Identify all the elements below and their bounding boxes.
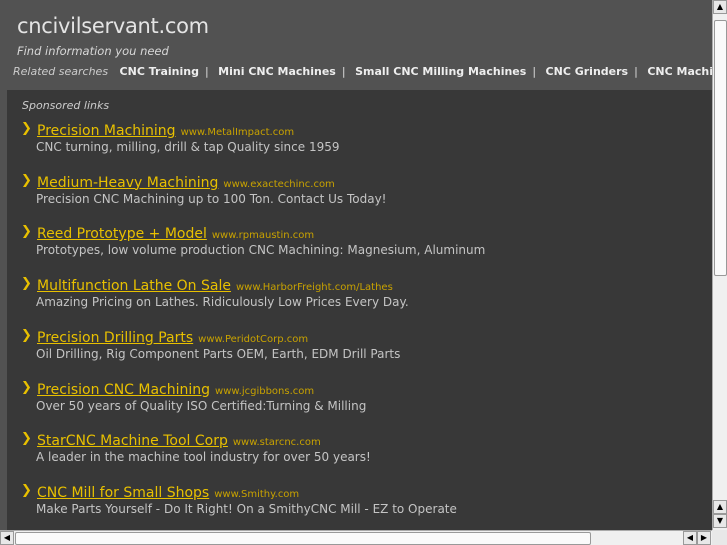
ad-description: Over 50 years of Quality ISO Certified:T… xyxy=(36,398,367,413)
related-searches-label: Related searches xyxy=(13,65,109,78)
vertical-scroll-thumb[interactable] xyxy=(714,20,727,276)
ad-url-link[interactable]: www.rpmaustin.com xyxy=(212,230,314,241)
ad-title-link[interactable]: Reed Prototype + Model xyxy=(37,226,207,242)
scrollbar-corner xyxy=(712,530,727,545)
scroll-left-button-right[interactable]: ◀ xyxy=(683,531,697,545)
ad-url-link[interactable]: www.jcgibbons.com xyxy=(215,386,314,397)
horizontal-scroll-thumb[interactable] xyxy=(15,532,591,545)
related-link[interactable]: CNC Grinders xyxy=(546,65,629,78)
ad-url-link[interactable]: www.Smithy.com xyxy=(214,489,299,500)
ad-url-link[interactable]: www.MetalImpact.com xyxy=(181,127,295,138)
scroll-up-button-bottom[interactable]: ▲ xyxy=(713,500,727,514)
related-link[interactable]: CNC Machine Tool Manufacturers xyxy=(647,65,712,78)
ad-description: Oil Drilling, Rig Component Parts OEM, E… xyxy=(36,346,401,361)
ad-title-link[interactable]: StarCNC Machine Tool Corp xyxy=(37,433,228,449)
ad-title-link[interactable]: Precision CNC Machining xyxy=(37,382,210,398)
related-link[interactable]: CNC Training xyxy=(120,65,199,78)
chevron-right-icon: ❯ xyxy=(21,327,32,343)
site-title: cncivilservant.com xyxy=(17,14,209,38)
ad-description: Make Parts Yourself - Do It Right! On a … xyxy=(36,501,457,516)
ad-title-link[interactable]: Precision Drilling Parts xyxy=(37,330,193,346)
ad-title-link[interactable]: Precision Machining xyxy=(37,123,176,139)
page: cncivilservant.com Find information you … xyxy=(0,0,712,530)
separator: | xyxy=(532,65,537,78)
site-tagline: Find information you need xyxy=(17,44,169,58)
scroll-up-button[interactable]: ▲ xyxy=(713,0,727,14)
chevron-right-icon: ❯ xyxy=(21,276,32,292)
chevron-right-icon: ❯ xyxy=(21,482,32,498)
scroll-left-button[interactable]: ◀ xyxy=(0,531,14,545)
separator: | xyxy=(204,65,209,78)
ad-description: Amazing Pricing on Lathes. Ridiculously … xyxy=(36,295,409,310)
chevron-right-icon: ❯ xyxy=(21,172,32,188)
sponsored-label: Sponsored links xyxy=(22,99,110,112)
chevron-right-icon: ❯ xyxy=(21,379,32,395)
chevron-right-icon: ❯ xyxy=(21,431,32,447)
related-link[interactable]: Mini CNC Machines xyxy=(218,65,336,78)
related-searches: Related searches CNC Training | Mini CNC … xyxy=(13,65,712,78)
chevron-right-icon: ❯ xyxy=(21,224,32,240)
ad-title-link[interactable]: CNC Mill for Small Shops xyxy=(37,485,209,501)
ad-description: CNC turning, milling, drill & tap Qualit… xyxy=(36,140,340,154)
ad-url-link[interactable]: www.exactechinc.com xyxy=(223,179,334,190)
scroll-down-button[interactable]: ▼ xyxy=(713,514,727,528)
ad-title-link[interactable]: Multifunction Lathe On Sale xyxy=(37,278,231,294)
scroll-right-button[interactable]: ▶ xyxy=(697,531,711,545)
vertical-scrollbar[interactable]: ▲ ▲ ▼ xyxy=(712,0,727,530)
ad-description: Prototypes, low volume production CNC Ma… xyxy=(36,243,486,258)
ad-url-link[interactable]: www.starcnc.com xyxy=(233,437,321,448)
separator: | xyxy=(341,65,346,78)
chevron-right-icon: ❯ xyxy=(21,121,32,136)
sponsored-panel: Sponsored links ❯ Precision Machining www… xyxy=(7,90,712,530)
ad-url-link[interactable]: www.PeridotCorp.com xyxy=(198,334,308,345)
related-link[interactable]: Small CNC Milling Machines xyxy=(355,65,526,78)
separator: | xyxy=(634,65,638,78)
ad-description: A leader in the machine tool industry fo… xyxy=(36,450,371,465)
ad-description: Precision CNC Machining up to 100 Ton. C… xyxy=(36,191,387,206)
ad-title-link[interactable]: Medium-Heavy Machining xyxy=(37,175,218,191)
horizontal-scrollbar[interactable]: ◀ ◀ ▶ xyxy=(0,530,712,545)
ad-url-link[interactable]: www.HarborFreight.com/Lathes xyxy=(236,282,393,293)
